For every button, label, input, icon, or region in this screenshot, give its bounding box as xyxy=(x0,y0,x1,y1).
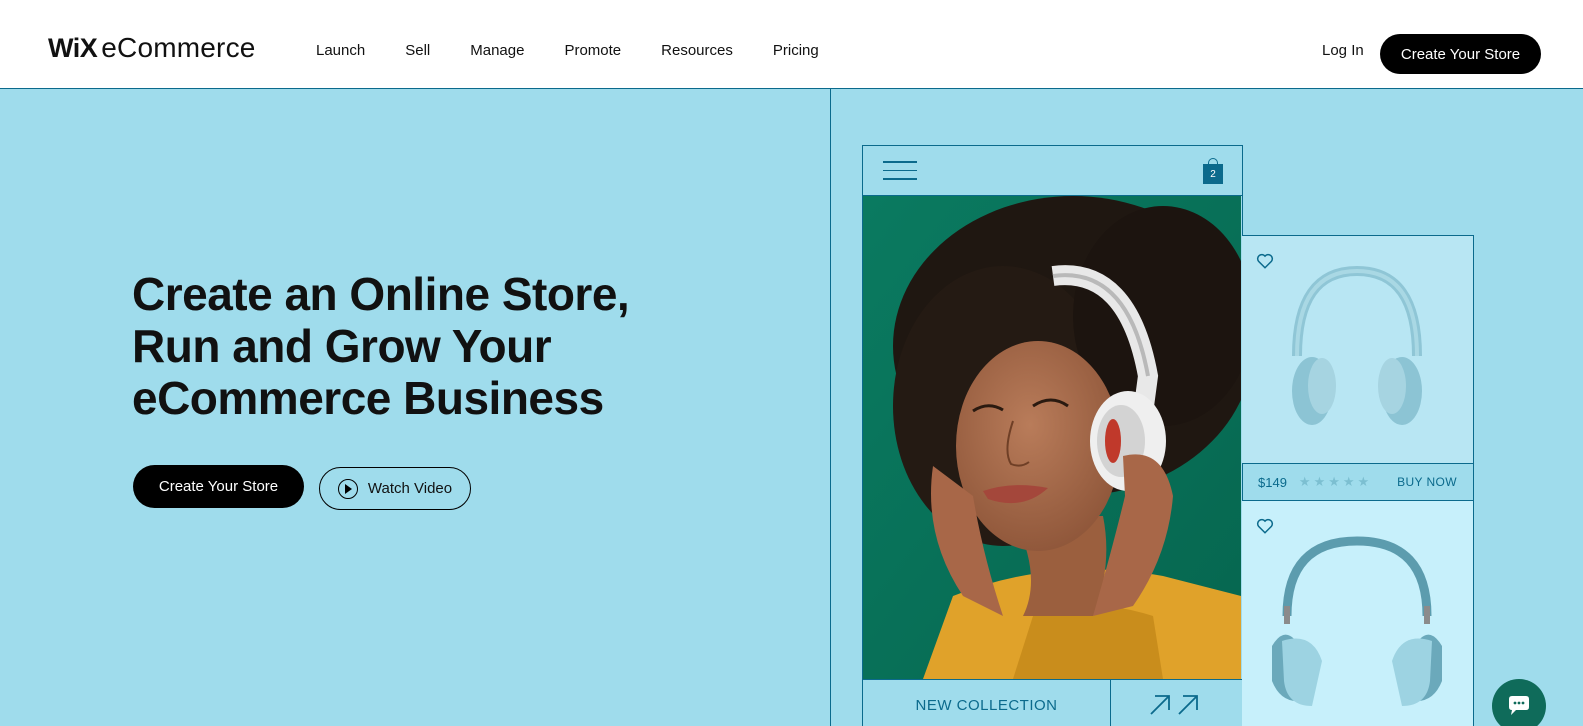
hero-create-store-button[interactable]: Create Your Store xyxy=(133,465,304,508)
cart-count: 2 xyxy=(1203,164,1223,184)
chat-button[interactable] xyxy=(1492,679,1546,726)
play-icon xyxy=(337,478,358,499)
hero-photo-woman-headphones xyxy=(863,196,1241,679)
arrow-up-right-icon xyxy=(1150,695,1198,715)
section-divider xyxy=(830,89,831,726)
new-collection-label[interactable]: NEW COLLECTION xyxy=(863,680,1110,726)
product-card-headphones-1[interactable] xyxy=(1242,236,1473,463)
watch-video-button[interactable]: Watch Video xyxy=(319,467,471,510)
star-icon: ★ xyxy=(1298,474,1311,489)
product-price: $149 xyxy=(1258,474,1287,490)
nav-pricing[interactable]: Pricing xyxy=(773,42,819,59)
product-column: $149 ★ ★ ★ ★ ★ BUY NOW xyxy=(1242,235,1474,726)
headphones-product-image-2 xyxy=(1272,536,1442,706)
product-price-row: $149 ★ ★ ★ ★ ★ BUY NOW xyxy=(1242,463,1473,501)
headphones-product-image-1 xyxy=(1292,265,1422,425)
login-link[interactable]: Log In xyxy=(1322,42,1364,59)
star-icon: ★ xyxy=(1313,474,1326,489)
nav-launch[interactable]: Launch xyxy=(316,42,365,59)
store-preview-frame: 2 NEW COLLECTION xyxy=(862,145,1243,726)
hero-title-line-2: Run and Grow Your xyxy=(132,320,552,372)
nav-manage[interactable]: Manage xyxy=(470,42,524,59)
woman-headphones-illustration xyxy=(863,196,1241,679)
logo-wix-text: WiX xyxy=(48,33,98,63)
store-preview-topbar: 2 xyxy=(863,146,1242,196)
hero-title-line-1: Create an Online Store, xyxy=(132,268,630,320)
collection-arrows[interactable] xyxy=(1110,680,1241,726)
star-icon: ★ xyxy=(1342,474,1355,489)
heart-icon[interactable] xyxy=(1256,252,1274,270)
nav-sell[interactable]: Sell xyxy=(405,42,430,59)
wix-ecommerce-logo[interactable]: WiX eCommerce xyxy=(48,32,256,64)
star-icon: ★ xyxy=(1357,474,1370,489)
hamburger-icon[interactable] xyxy=(883,161,917,181)
watch-video-label: Watch Video xyxy=(367,480,453,497)
main-nav: Launch Sell Manage Promote Resources Pri… xyxy=(316,42,819,59)
buy-now-link[interactable]: BUY NOW xyxy=(1397,475,1457,489)
logo-ecommerce-text: eCommerce xyxy=(101,32,256,63)
chat-icon xyxy=(1509,696,1529,715)
header-create-store-button[interactable]: Create Your Store xyxy=(1380,34,1541,74)
heart-icon[interactable] xyxy=(1256,517,1274,535)
star-icon: ★ xyxy=(1328,474,1340,489)
nav-promote[interactable]: Promote xyxy=(564,42,621,59)
nav-resources[interactable]: Resources xyxy=(661,42,733,59)
rating-stars: ★ ★ ★ ★ ★ xyxy=(1299,474,1369,490)
hero-title: Create an Online Store, Run and Grow You… xyxy=(132,268,752,424)
shopping-bag-icon[interactable]: 2 xyxy=(1203,158,1223,184)
site-header: WiX eCommerce Launch Sell Manage Promote… xyxy=(0,0,1583,89)
hero-title-line-3: eCommerce Business xyxy=(132,372,604,424)
store-preview-footer: NEW COLLECTION xyxy=(863,679,1242,726)
product-card-headphones-2[interactable] xyxy=(1242,501,1473,726)
